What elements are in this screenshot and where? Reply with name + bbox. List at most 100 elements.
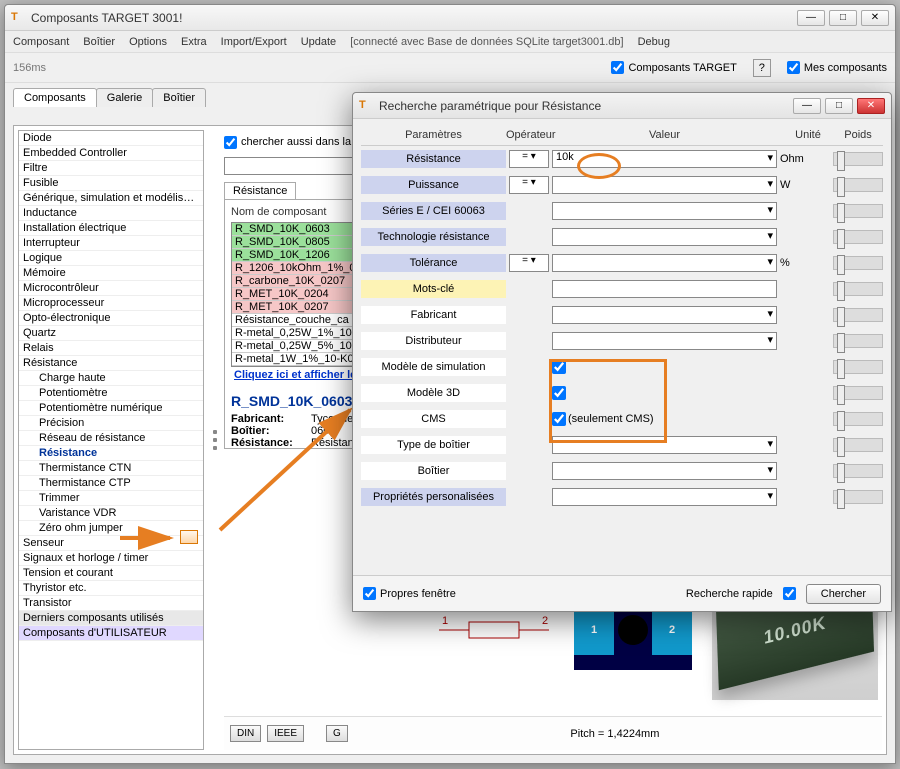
via-icon [618,615,648,645]
search-input[interactable] [224,157,354,175]
weight-slider[interactable] [833,282,883,296]
sidebar-item[interactable]: Embedded Controller [19,146,203,161]
menu-extra[interactable]: Extra [181,36,207,48]
menu-options[interactable]: Options [129,36,167,48]
sidebar-item[interactable]: Microcontrôleur [19,281,203,296]
minimize-button[interactable]: — [797,10,825,26]
menu-debug[interactable]: Debug [638,36,670,48]
parametric-search-icon[interactable] [180,530,198,544]
dialog-max-button[interactable]: □ [825,98,853,114]
sidebar-item[interactable]: Fusible [19,176,203,191]
sidebar-item[interactable]: Zéro ohm jumper [19,521,203,536]
menu-boitier[interactable]: Boîtier [83,36,115,48]
sidebar-item[interactable]: Résistance [19,446,203,461]
close-button[interactable]: ✕ [861,10,889,26]
own-window-checkbox[interactable]: Propres fenêtre [363,587,456,600]
sidebar-item[interactable]: Thermistance CTN [19,461,203,476]
sidebar-item[interactable]: Varistance VDR [19,506,203,521]
sidebar-item[interactable]: Opto-électronique [19,311,203,326]
my-components-input[interactable] [787,61,800,74]
param-combo[interactable]: ▾ [552,306,777,324]
sidebar-item[interactable]: Installation électrique [19,221,203,236]
param-combo[interactable]: ▾ [552,462,777,480]
param-grid: Paramètres Opérateur Valeur Unité Poids … [353,119,891,516]
dialog-close-button[interactable]: ✕ [857,98,885,114]
operator-select[interactable]: = ▾ [509,254,549,272]
quick-search-checkbox[interactable] [783,587,796,600]
sidebar-item[interactable]: Microprocesseur [19,296,203,311]
help-button[interactable]: ? [753,59,771,77]
btn-ieee[interactable]: IEEE [267,725,304,742]
sidebar-item[interactable]: Logique [19,251,203,266]
sidebar-item[interactable]: Potentiomètre [19,386,203,401]
param-combo[interactable]: ▾ [552,176,777,194]
sidebar-item[interactable]: Composants d'UTILISATEUR [19,626,203,641]
param-combo[interactable]: ▾ [552,488,777,506]
tab-galerie[interactable]: Galerie [96,88,153,107]
splitter[interactable] [212,130,218,750]
btn-din[interactable]: DIN [230,725,261,742]
filter-tab-resistance[interactable]: Résistance [224,182,296,199]
search-also-db-checkbox[interactable]: chercher aussi dans la db [224,136,366,149]
dialog-min-button[interactable]: — [793,98,821,114]
sidebar-item[interactable]: Mémoire [19,266,203,281]
param-combo[interactable]: ▾ [552,202,777,220]
param-label: Séries E / CEI 60063 [361,202,506,220]
weight-slider[interactable] [833,334,883,348]
param-combo[interactable]: ▾ [552,332,777,350]
btn-g[interactable]: G [326,725,348,742]
operator-select[interactable]: = ▾ [509,150,549,168]
param-combo[interactable]: ▾ [552,228,777,246]
sidebar-item[interactable]: Inductance [19,206,203,221]
weight-slider[interactable] [833,490,883,504]
sidebar-item[interactable]: Thermistance CTP [19,476,203,491]
sidebar-item[interactable]: Signaux et horloge / timer [19,551,203,566]
maximize-button[interactable]: □ [829,10,857,26]
param-combo[interactable]: 10k▾ [552,150,777,168]
weight-slider[interactable] [833,308,883,322]
tab-composants[interactable]: Composants [13,88,97,107]
sidebar-item[interactable]: Transistor [19,596,203,611]
param-combo[interactable]: ▾ [552,254,777,272]
sidebar-item[interactable]: Trimmer [19,491,203,506]
menu-import-export[interactable]: Import/Export [221,36,287,48]
param-checkbox[interactable] [552,412,566,426]
sidebar-item[interactable]: Potentiomètre numérique [19,401,203,416]
weight-slider[interactable] [833,464,883,478]
sidebar-item[interactable]: Charge haute [19,371,203,386]
param-checkbox[interactable] [552,386,566,400]
sidebar-item[interactable]: Générique, simulation et modélisation [19,191,203,206]
sidebar-item[interactable]: Quartz [19,326,203,341]
sidebar-item[interactable]: Interrupteur [19,236,203,251]
weight-slider[interactable] [833,204,883,218]
sidebar-item[interactable]: Résistance [19,356,203,371]
weight-slider[interactable] [833,412,883,426]
sidebar-item[interactable]: Thyristor etc. [19,581,203,596]
weight-slider[interactable] [833,152,883,166]
sidebar-item[interactable]: Précision [19,416,203,431]
sidebar-item[interactable]: Filtre [19,161,203,176]
search-button[interactable]: Chercher [806,584,881,604]
param-text[interactable] [552,280,777,298]
sidebar-item[interactable]: Réseau de résistance [19,431,203,446]
tab-boitier[interactable]: Boîtier [152,88,206,107]
weight-slider[interactable] [833,438,883,452]
target-components-input[interactable] [611,61,624,74]
sidebar-item[interactable]: Tension et courant [19,566,203,581]
my-components-checkbox[interactable]: Mes composants [787,61,887,74]
operator-select[interactable]: = ▾ [509,176,549,194]
sidebar-item[interactable]: Relais [19,341,203,356]
weight-slider[interactable] [833,360,883,374]
target-components-checkbox[interactable]: Composants TARGET [611,61,736,74]
weight-slider[interactable] [833,230,883,244]
weight-slider[interactable] [833,386,883,400]
menu-composant[interactable]: Composant [13,36,69,48]
sidebar-item[interactable]: Derniers composants utilisés [19,611,203,626]
sidebar-item[interactable]: Diode [19,131,203,146]
sidebar-item[interactable]: Senseur [19,536,203,551]
param-combo[interactable]: ▾ [552,436,777,454]
menu-update[interactable]: Update [301,36,336,48]
param-checkbox[interactable] [552,360,566,374]
weight-slider[interactable] [833,178,883,192]
weight-slider[interactable] [833,256,883,270]
